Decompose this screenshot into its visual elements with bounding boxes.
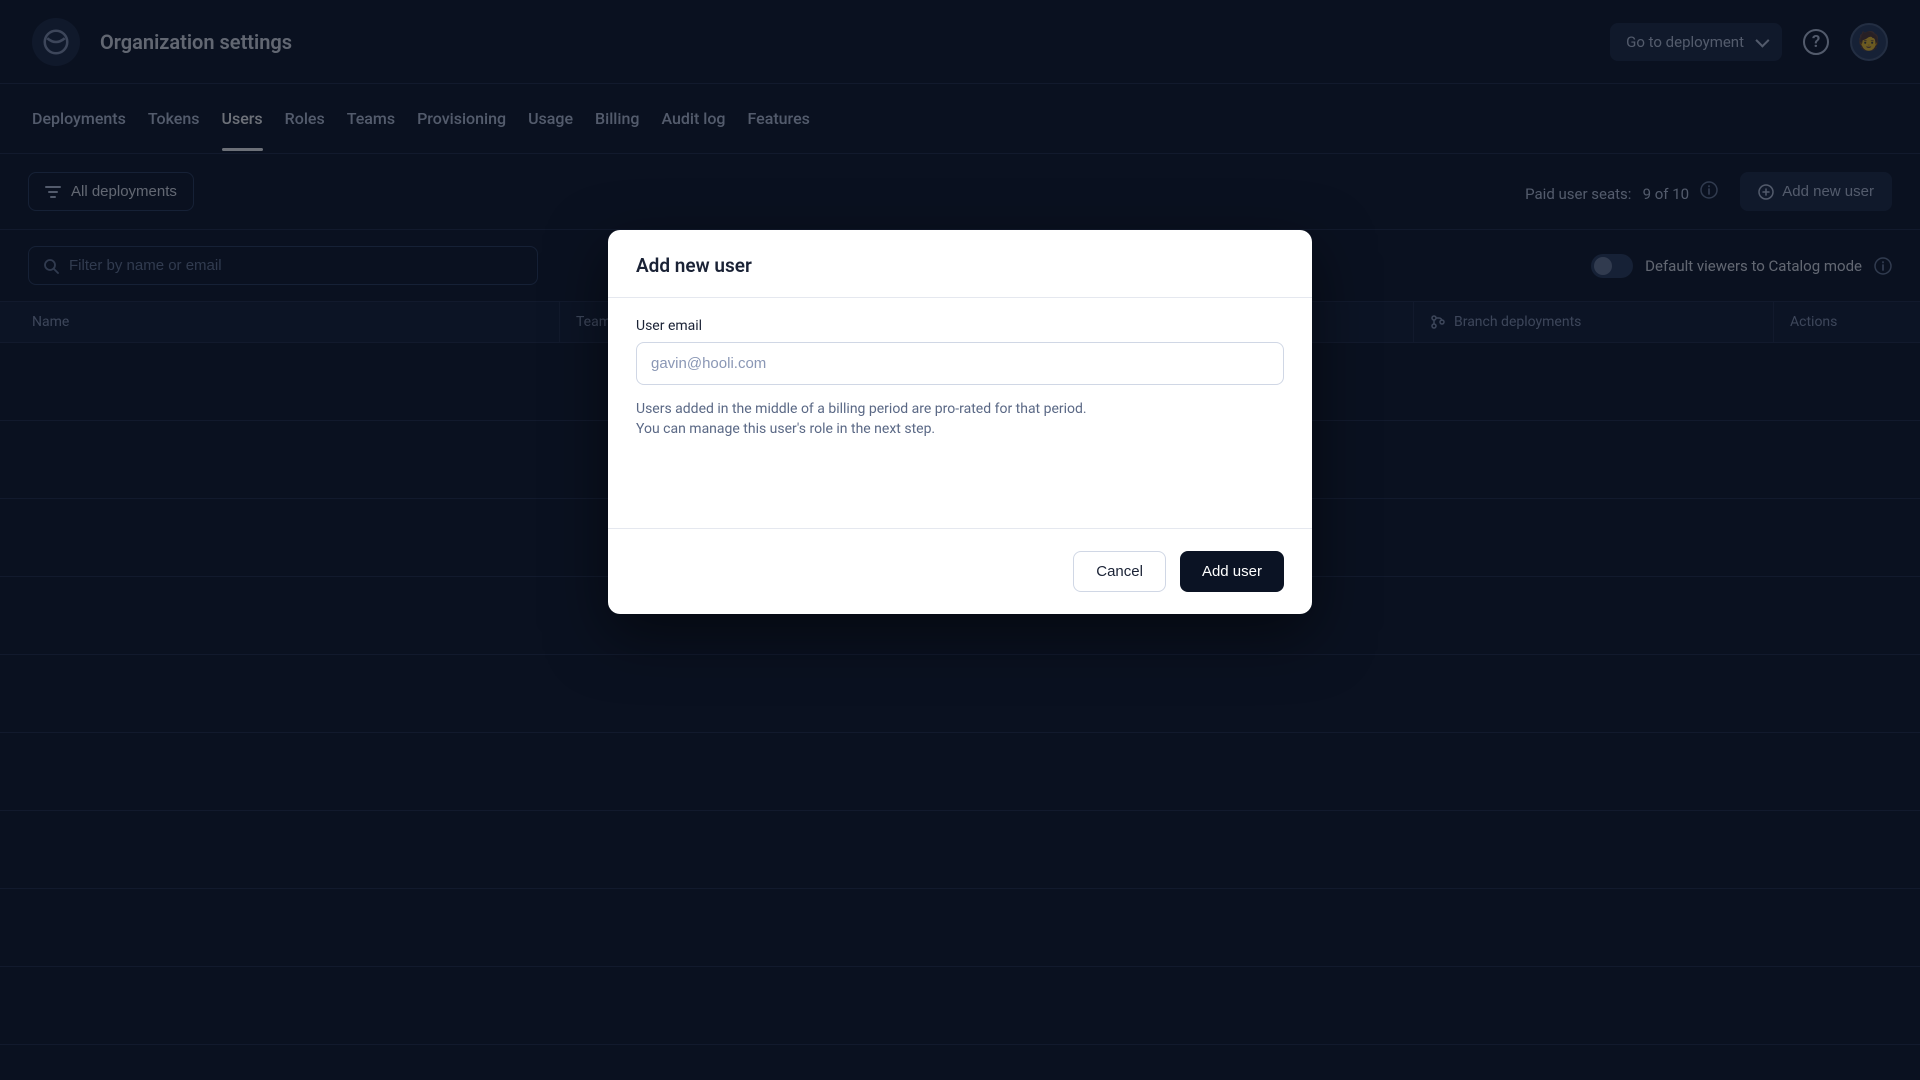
help-text-line-2: You can manage this user's role in the n… (636, 421, 935, 437)
user-email-label: User email (636, 318, 1284, 334)
modal-overlay[interactable]: Add new user User email Users added in t… (0, 0, 1920, 1080)
cancel-button[interactable]: Cancel (1073, 551, 1166, 592)
user-email-input[interactable] (636, 342, 1284, 385)
modal-footer: Cancel Add user (608, 528, 1312, 614)
submit-add-user-button[interactable]: Add user (1180, 551, 1284, 592)
add-user-modal: Add new user User email Users added in t… (608, 230, 1312, 614)
help-text-line-1: Users added in the middle of a billing p… (636, 401, 1087, 417)
modal-body: User email Users added in the middle of … (608, 298, 1312, 468)
modal-header: Add new user (608, 230, 1312, 298)
modal-title: Add new user (636, 254, 1284, 277)
modal-help-text: Users added in the middle of a billing p… (636, 399, 1284, 440)
